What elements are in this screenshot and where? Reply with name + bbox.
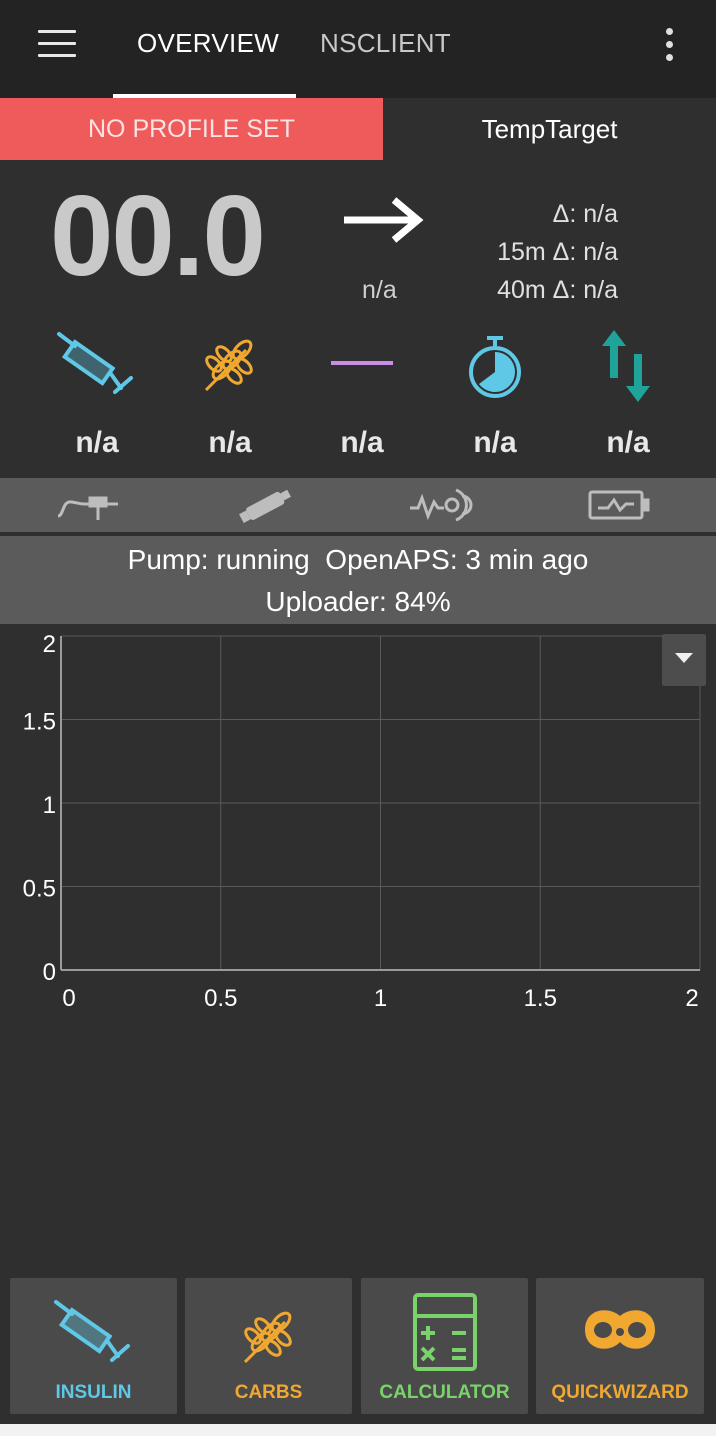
x-tick-label: 2: [685, 985, 698, 1012]
cannula-icon[interactable]: [54, 486, 124, 524]
bg-chart[interactable]: 0 0.5 1 1.5 2 0 0.5 1 1.5 2: [0, 624, 716, 1044]
basal-line-icon: [331, 361, 393, 365]
calculator-button-label: CALCULATOR: [379, 1382, 510, 1403]
delta: Δ: n/a: [552, 200, 618, 228]
wheat-icon: [243, 1311, 292, 1364]
quickwizard-button-label: QUICKWIZARD: [551, 1382, 689, 1403]
syringe-icon: [53, 1300, 130, 1362]
syringe-icon: [57, 332, 133, 394]
sensitivity-cell[interactable]: [428, 334, 562, 400]
trend-arrow-icon: [344, 197, 424, 243]
system-nav-bar: [0, 1424, 716, 1436]
y-tick-label: 2: [43, 631, 56, 658]
status-panel: Pump: running OpenAPS: 3 min ago Uploade…: [0, 536, 716, 624]
iob-cell[interactable]: [30, 330, 164, 400]
more-vert-icon[interactable]: [662, 26, 676, 62]
hamburger-menu-icon[interactable]: [38, 30, 76, 58]
insulin-reservoir-icon[interactable]: [232, 486, 302, 524]
y-tick-label: 0.5: [23, 876, 56, 903]
y-tick-label: 1.5: [23, 709, 56, 736]
sensitivity-value: n/a: [473, 426, 517, 459]
basal-cell[interactable]: [295, 356, 429, 370]
carbs-button[interactable]: CARBS: [185, 1278, 352, 1414]
chart-menu-button[interactable]: [662, 634, 706, 686]
bg-value: 00.0: [50, 173, 266, 300]
x-tick-label: 0.5: [204, 985, 237, 1012]
app-bar: OVERVIEW NSCLIENT: [0, 0, 716, 98]
y-tick-label: 1: [43, 792, 56, 819]
careportal-strip: [0, 478, 716, 532]
insulin-button[interactable]: INSULIN: [10, 1278, 177, 1414]
profile-button[interactable]: NO PROFILE SET: [0, 98, 383, 160]
y-tick-label: 0: [43, 959, 56, 986]
wheat-icon: [204, 339, 253, 392]
insulin-button-label: INSULIN: [55, 1382, 132, 1403]
tab-nsclient[interactable]: NSCLIENT: [320, 28, 451, 59]
chevron-down-icon: [675, 653, 693, 663]
x-tick-label: 1.5: [524, 985, 557, 1012]
sensor-icon[interactable]: [406, 486, 476, 524]
sync-arrows-icon: [602, 330, 650, 402]
delta-40m: 40m Δ: n/a: [497, 276, 618, 304]
calculator-icon: [412, 1293, 477, 1371]
timer-icon: [469, 336, 521, 398]
carbs-button-label: CARBS: [234, 1382, 303, 1403]
cob-cell[interactable]: [163, 336, 297, 396]
tab-overview[interactable]: OVERVIEW: [137, 28, 279, 59]
battery-icon[interactable]: [584, 486, 654, 524]
cob-value: n/a: [208, 426, 252, 459]
x-tick-label: 0: [62, 985, 75, 1012]
uploader-cell[interactable]: [561, 330, 695, 402]
pump-status: Pump: running OpenAPS: 3 min ago: [127, 544, 589, 575]
iob-value: n/a: [75, 426, 119, 459]
trend-label: n/a: [362, 276, 397, 304]
x-tick-label: 1: [374, 985, 387, 1012]
delta-15m: 15m Δ: n/a: [497, 238, 618, 266]
quickwizard-button[interactable]: QUICKWIZARD: [536, 1278, 704, 1414]
calculator-button[interactable]: CALCULATOR: [361, 1278, 528, 1414]
uploader-value: n/a: [606, 426, 650, 459]
basal-value: n/a: [340, 426, 384, 459]
temp-target-button[interactable]: TempTarget: [383, 98, 716, 160]
pretzel-icon: [585, 1310, 655, 1349]
uploader-status: Uploader: 84%: [265, 586, 451, 617]
